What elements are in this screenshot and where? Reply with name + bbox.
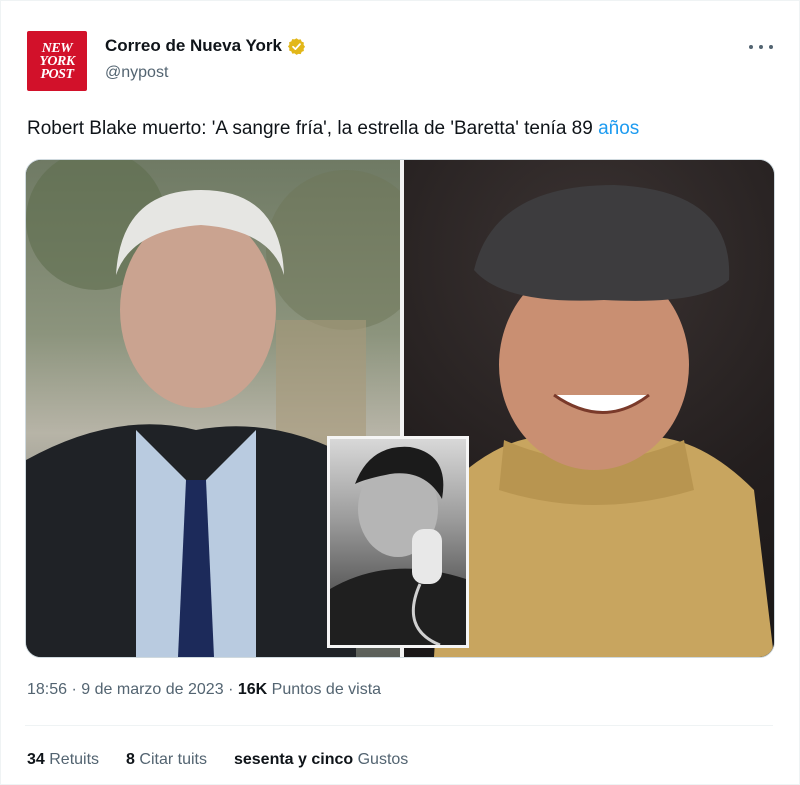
stats-divider [25, 725, 773, 726]
tweet-meta: 18:56 · 9 de marzo de 2023 · 16K Puntos … [27, 681, 381, 699]
likes-label: Gustos [357, 751, 409, 768]
retweets-stat[interactable]: 34 Retuits [27, 751, 99, 769]
display-name[interactable]: Correo de Nueva York [105, 36, 282, 56]
account-handle[interactable]: @nypost [105, 64, 168, 82]
dot [749, 45, 753, 49]
verified-badge-icon[interactable] [287, 37, 306, 56]
tweet-media[interactable] [25, 159, 775, 658]
quotes-label: Citar tuits [139, 751, 207, 768]
likes-stat[interactable]: sesenta y cinco Gustos [234, 751, 408, 769]
views-label: Puntos de vista [271, 681, 382, 698]
tweet-text-body: Robert Blake muerto: 'A sangre fría', la… [27, 118, 599, 139]
more-options-icon[interactable] [749, 37, 773, 57]
tweet-header: NEW YORK POST Correo de Nueva York @nypo… [27, 29, 777, 93]
dot [759, 45, 763, 49]
tweet-card[interactable]: NEW YORK POST Correo de Nueva York @nypo… [0, 0, 800, 785]
meta-dot: · [228, 681, 234, 698]
dot [769, 45, 773, 49]
logo-line-1: NEW [41, 40, 73, 56]
tweet-stats: 34 Retuits 8 Citar tuits sesenta y cinco… [27, 751, 435, 769]
nypost-logo-avatar[interactable]: NEW YORK POST [27, 31, 87, 91]
views-count: 16K [237, 681, 268, 698]
logo-line-2: YORK [39, 53, 75, 69]
quotes-count: 8 [126, 751, 135, 768]
tweet-text: Robert Blake muerto: 'A sangre fría', la… [27, 116, 639, 142]
logo-line-3: POST [40, 66, 75, 82]
retweets-label: Retuits [49, 751, 100, 768]
quotes-stat[interactable]: 8 Citar tuits [126, 751, 207, 769]
retweets-count: 34 [27, 751, 45, 768]
tweet-date[interactable]: 9 de marzo de 2023 [81, 681, 223, 698]
inset-photo-phone[interactable] [327, 436, 469, 648]
tweet-time[interactable]: 18:56 [27, 681, 67, 698]
tweet-link[interactable]: años [598, 118, 639, 139]
meta-dot: · [71, 681, 77, 698]
name-row: Correo de Nueva York [105, 36, 306, 56]
inset-illustration [330, 446, 466, 647]
likes-count: sesenta y cinco [233, 751, 354, 768]
